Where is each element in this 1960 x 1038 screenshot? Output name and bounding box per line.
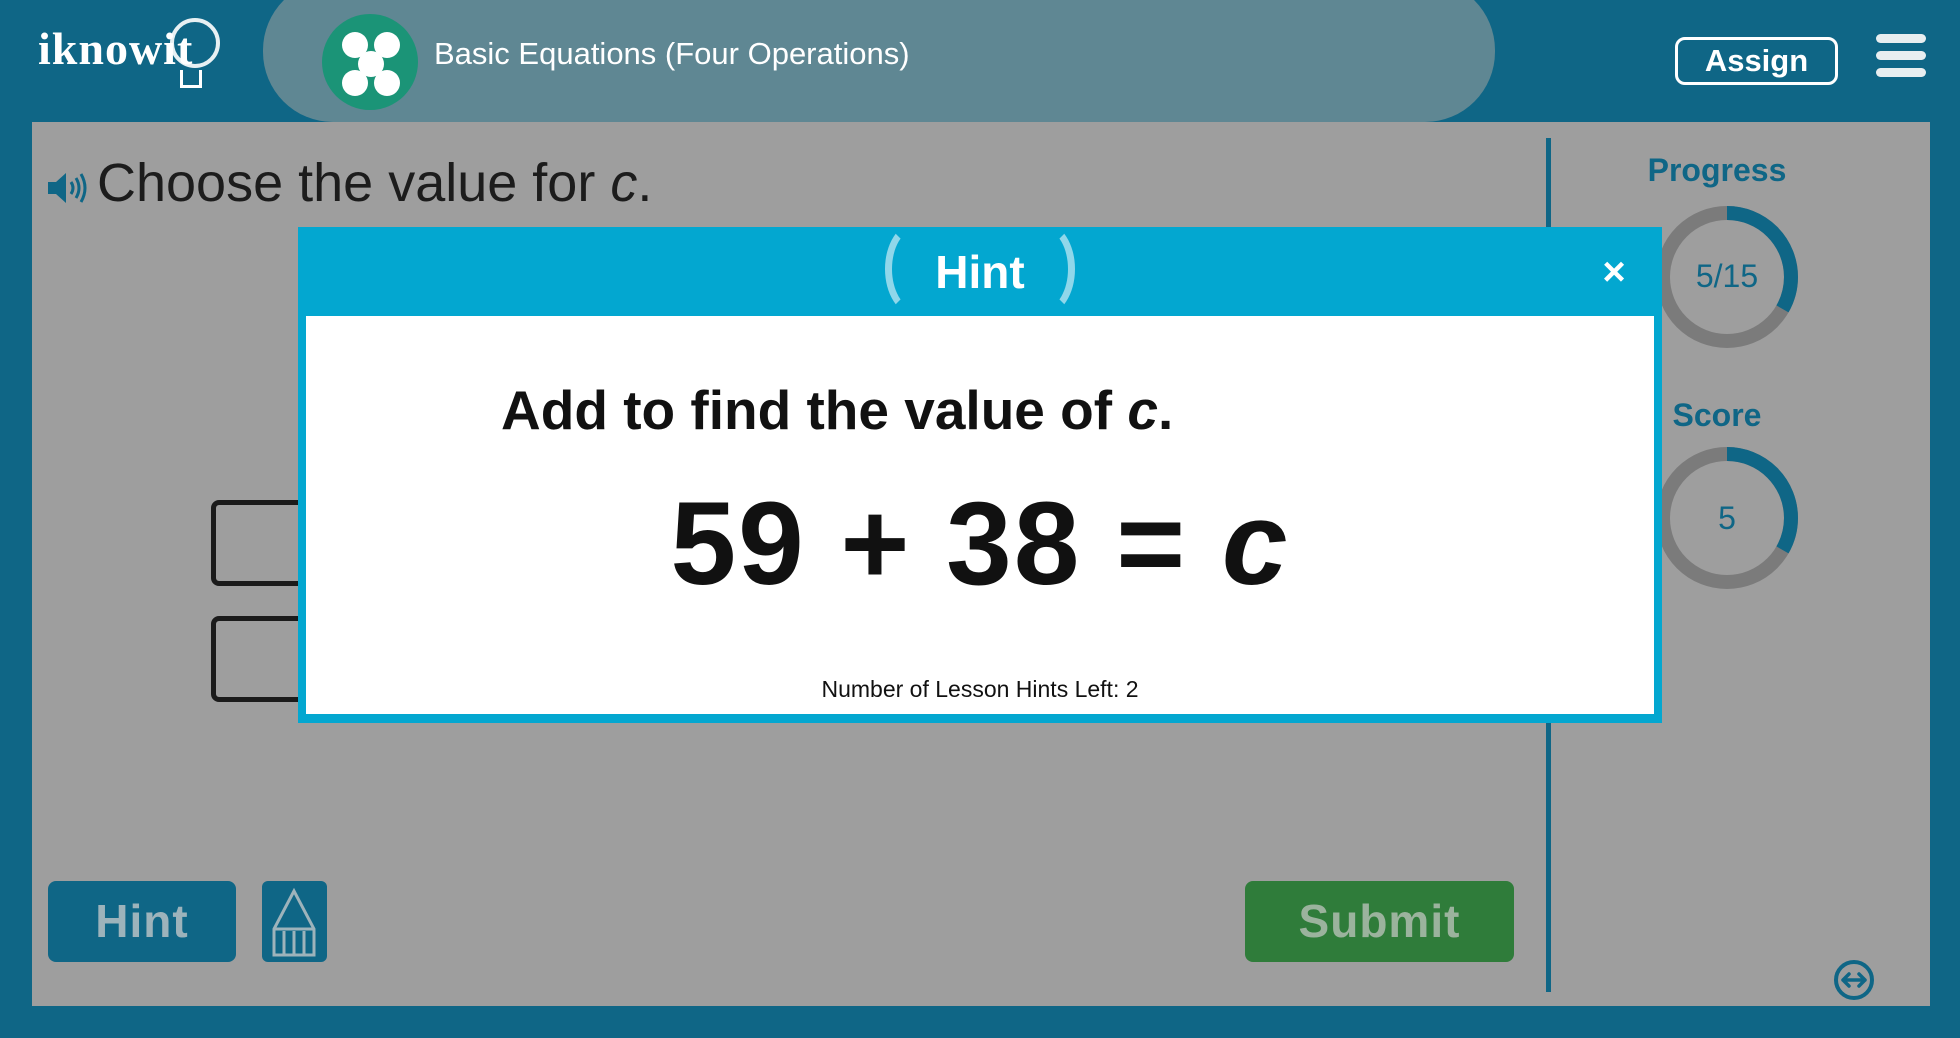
hint-dialog-body: Add to find the value of c. 59 + 38 = c … — [306, 316, 1654, 714]
lesson-dots-icon — [322, 14, 418, 110]
answer-choice-box[interactable] — [211, 616, 311, 702]
hint-dialog: Hint × Add to find the value of c. 59 + … — [298, 223, 1662, 723]
hint-instruction: Add to find the value of c. — [501, 379, 1174, 441]
submit-button[interactable]: Submit — [1245, 881, 1514, 962]
speaker-icon[interactable] — [46, 170, 88, 206]
assign-button[interactable]: Assign — [1675, 37, 1838, 85]
hints-left-count: Number of Lesson Hints Left: 2 — [821, 676, 1139, 702]
lightbulb-base — [180, 70, 202, 88]
progress-value: 5/15 — [1695, 258, 1759, 294]
question-text: Choose the value for c. — [97, 153, 653, 213]
progress-label: Progress — [1647, 152, 1787, 188]
hint-dialog-title-badge: Hint — [885, 223, 1075, 315]
lesson-title: Basic Equations (Four Operations) — [434, 36, 910, 71]
hint-equation: 59 + 38 = c — [670, 478, 1290, 610]
lightbulb-icon — [170, 18, 220, 68]
answer-choice-box[interactable] — [211, 500, 311, 586]
expand-horizontal-icon[interactable] — [1832, 958, 1876, 1002]
hint-dialog-title: Hint — [935, 246, 1025, 298]
scratchpad-button[interactable] — [262, 881, 327, 962]
pencil-ruler-icon — [272, 887, 316, 957]
hamburger-menu-icon[interactable] — [1876, 34, 1926, 77]
hint-button[interactable]: Hint — [48, 881, 236, 962]
close-icon[interactable]: × — [1594, 252, 1634, 292]
score-value: 5 — [1718, 500, 1736, 536]
